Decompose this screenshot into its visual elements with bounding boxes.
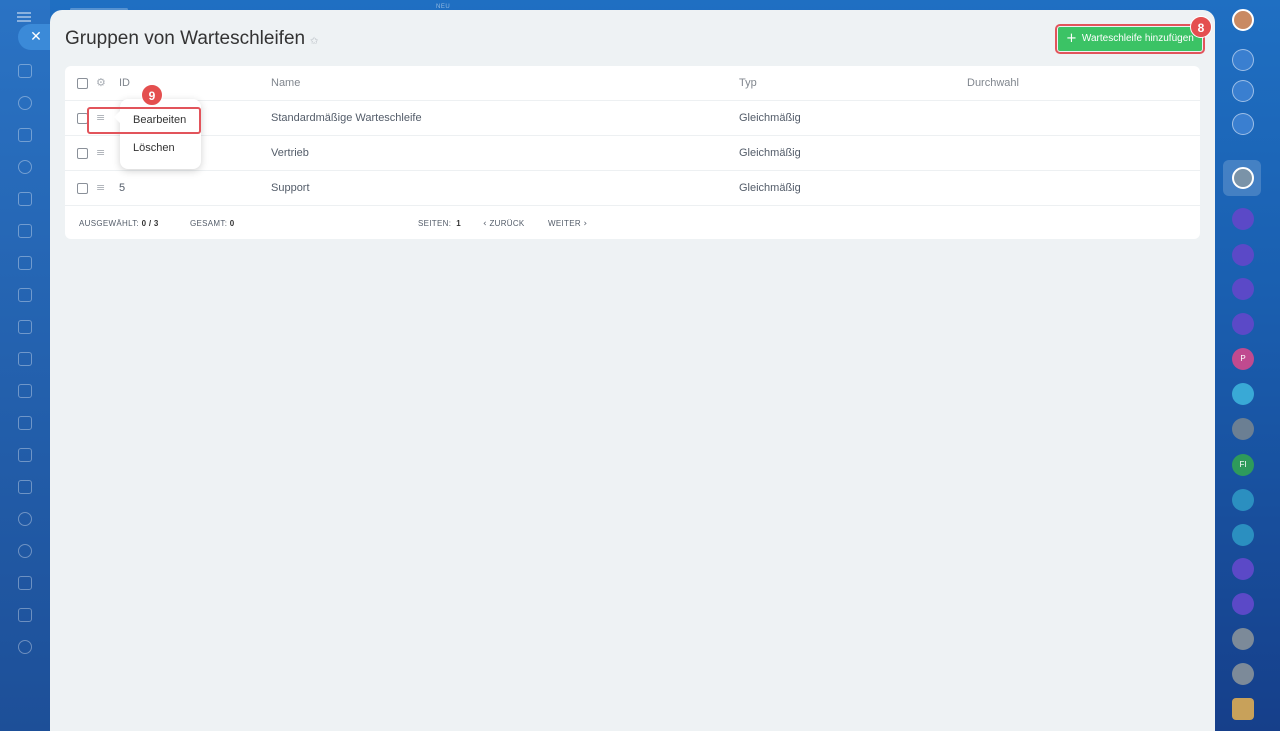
card-icon[interactable] [18,448,32,462]
close-slider-button[interactable]: ✕ [18,24,54,50]
cell-id: 5 [119,182,126,194]
row-menu-icon[interactable]: ≡ [96,146,105,159]
openline-icon[interactable] [1232,313,1254,335]
home-icon[interactable] [18,64,32,78]
right-sidebar: P FI [1222,0,1280,731]
settings-icon[interactable] [18,512,32,526]
table-row[interactable]: ≡ Vertrieb Gleichmäßig [65,136,1200,171]
chevron-left-icon: ‹ [483,219,487,229]
chevron-right-icon: › [583,219,588,229]
cell-typ: Gleichmäßig [739,112,801,124]
contact-avatar[interactable] [1232,167,1254,189]
total-label: GESAMT: [190,219,228,228]
calendar-icon[interactable] [18,288,32,302]
chat-icon[interactable] [18,320,32,334]
more-icon[interactable] [18,640,32,654]
left-sidebar [0,0,50,731]
pages-info: SEITEN: 1 [418,219,461,228]
openline-icon[interactable] [1232,278,1254,300]
calendar2-icon[interactable] [18,608,32,622]
tasks-icon[interactable] [18,224,32,238]
analytics-icon[interactable] [18,576,32,590]
table-header-row: ⚙ ID Name Typ Durchwahl [65,66,1200,101]
cell-typ: Gleichmäßig [739,182,801,194]
column-header-id[interactable]: ID [119,77,130,89]
add-queue-button[interactable]: + Warteschleife hinzufügen [1055,24,1205,54]
cart-icon[interactable] [18,480,32,494]
chat-bubble-icon[interactable] [1232,383,1254,405]
main-panel: Gruppen von Warteschleifen ✩ + Warteschle… [50,10,1215,731]
users-icon[interactable] [1232,698,1254,720]
table-row[interactable]: ≡ Standardmäßige Warteschleife Gleichmäß… [65,101,1200,136]
chat-icon[interactable] [1232,558,1254,580]
chat-icon[interactable] [1232,208,1254,230]
step-marker-9: 9 [141,84,163,106]
queue-table: ⚙ ID Name Typ Durchwahl ≡ Standardmäßige… [65,66,1200,239]
select-all-checkbox[interactable] [77,78,88,89]
chat-icon[interactable] [1232,244,1254,266]
table-row[interactable]: ≡ 5 Support Gleichmäßig [65,171,1200,206]
table-footer: AUSGEWÄHLT: 0 / 3 GESAMT: 0 SEITEN: 1 ‹ … [65,206,1200,239]
cell-name: Support [271,182,310,194]
column-header-name[interactable]: Name [271,77,300,89]
cell-name: Vertrieb [271,147,309,159]
sign-icon[interactable] [18,384,32,398]
pages-label: SEITEN: [418,219,452,228]
row-menu-icon[interactable]: ≡ [96,181,105,194]
company-icon[interactable] [18,416,32,430]
selected-count: AUSGEWÄHLT: 0 / 3 [79,219,159,228]
openline-icon[interactable] [1232,593,1254,615]
cell-name: Standardmäßige Warteschleife [271,112,422,124]
search-chat-icon[interactable] [1232,113,1254,135]
selected-label: AUSGEWÄHLT: [79,219,140,228]
plus-icon: + [1066,31,1077,46]
prev-page-label: ZURÜCK [489,219,525,228]
column-header-typ[interactable]: Typ [739,77,757,89]
row-checkbox[interactable] [77,183,88,194]
selected-value: 0 / 3 [141,219,159,228]
total-value: 0 [229,219,235,228]
contacts-icon[interactable] [18,160,32,174]
filter-icon[interactable] [18,352,32,366]
user-avatar[interactable] [1232,9,1254,31]
telephony-icon[interactable] [1232,80,1254,102]
next-page-label: WEITER [548,219,581,228]
edit-highlight-frame [87,107,201,134]
row-checkbox[interactable] [77,148,88,159]
documents-icon[interactable] [18,128,32,142]
cell-typ: Gleichmäßig [739,147,801,159]
contact-avatar-p[interactable]: P [1232,348,1254,370]
menu-item-delete[interactable]: Löschen [133,142,175,154]
crm-icon[interactable] [18,192,32,206]
bell-icon[interactable] [1232,49,1254,71]
step-marker-8: 8 [1190,16,1212,38]
pin-icon[interactable]: ✩ [310,36,318,47]
pages-value: 1 [456,219,462,228]
page-title: Gruppen von Warteschleifen [65,28,306,49]
mail-icon[interactable] [18,256,32,270]
group-avatar[interactable] [1232,628,1254,650]
group-avatar[interactable] [1232,663,1254,685]
task-icon[interactable] [1232,489,1254,511]
feed-icon[interactable] [18,96,32,110]
next-page-link[interactable]: WEITER › [548,219,587,229]
task-icon[interactable] [1232,524,1254,546]
group-avatar[interactable] [1232,418,1254,440]
gear-icon[interactable]: ⚙ [96,76,106,89]
add-queue-button-label: Warteschleife hinzufügen [1081,33,1194,44]
contact-avatar-fi[interactable]: FI [1232,454,1254,476]
total-count: GESAMT: 0 [190,219,235,228]
menu-icon[interactable] [17,12,31,22]
box-icon[interactable] [18,544,32,558]
prev-page-link[interactable]: ‹ ZURÜCK [483,219,525,229]
column-header-durchwahl[interactable]: Durchwahl [967,77,1019,89]
